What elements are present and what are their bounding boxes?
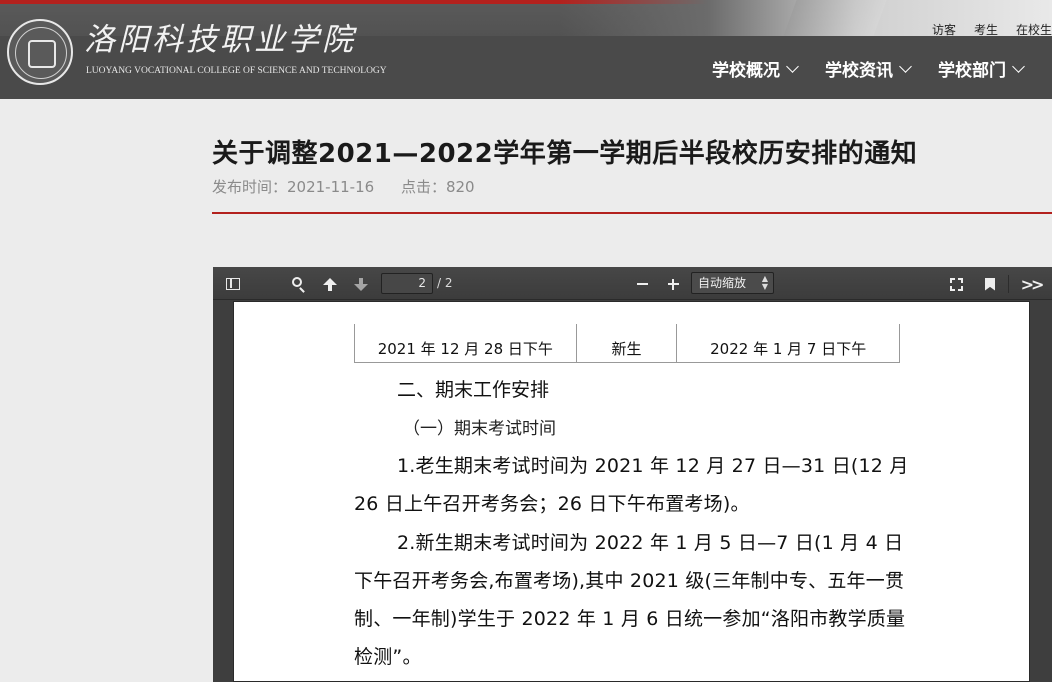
doc-subsection-heading: （一）期末考试时间	[403, 419, 556, 439]
school-name-logo[interactable]: 洛阳科技职业学院	[84, 22, 356, 58]
zoom-in-icon[interactable]	[663, 274, 683, 294]
chevron-down-icon	[786, 59, 799, 73]
nav-item-overview[interactable]: 学校概况	[712, 56, 799, 81]
school-name-english: LUOYANG VOCATIONAL COLLEGE OF SCIENCE AN…	[86, 66, 387, 76]
doc-section-heading: 二、期末工作安排	[397, 379, 550, 401]
school-emblem-logo[interactable]	[7, 19, 73, 85]
page-total: / 2	[437, 276, 453, 290]
search-icon[interactable]	[286, 274, 306, 294]
nav-item-departments[interactable]: 学校部门	[938, 56, 1025, 81]
nav-item-label: 学校概况	[712, 61, 780, 81]
doc-paragraph: 2.新生期末考试时间为 2022 年 1 月 5 日—7 日(1 月 4 日下午…	[354, 532, 906, 668]
schedule-table-row: 2021 年 12 月 28 日下午 新生 2022 年 1 月 7 日下午	[354, 324, 900, 363]
select-caret-icon: ▲ ▼	[761, 274, 768, 291]
zoom-out-icon[interactable]	[632, 274, 652, 294]
fullscreen-icon[interactable]	[946, 274, 966, 294]
table-cell: 2022 年 1 月 7 日下午	[710, 340, 867, 358]
article-meta: 发布时间：2021-11-16 点击：820	[212, 176, 475, 197]
doc-paragraph: 1.老生期末考试时间为 2021 年 12 月 27 日—31 日(12 月 2…	[354, 455, 909, 515]
tools-icon[interactable]: >>	[1021, 274, 1045, 294]
sidebar-toggle-icon[interactable]	[223, 274, 243, 294]
publish-time: 发布时间：2021-11-16	[212, 178, 375, 196]
main-nav: 学校概况 学校资讯 学校部门	[712, 56, 1051, 81]
nav-item-label: 学校资讯	[825, 61, 893, 81]
pdf-page: 2021 年 12 月 28 日下午 新生 2022 年 1 月 7 日下午 二…	[233, 301, 1030, 682]
title-divider	[212, 212, 1052, 214]
bookmark-icon[interactable]	[980, 274, 1000, 294]
previous-page-icon[interactable]	[320, 274, 340, 294]
site-header: 洛阳科技职业学院 LUOYANG VOCATIONAL COLLEGE OF S…	[0, 0, 1052, 99]
table-cell: 新生	[577, 324, 678, 363]
zoom-select[interactable]: 自动缩放 ▲ ▼	[691, 272, 774, 294]
click-count: 点击：820	[400, 178, 475, 196]
top-link-visitor[interactable]: 访客	[932, 21, 956, 38]
article-title: 关于调整2021—2022学年第一学期后半段校历安排的通知	[212, 139, 918, 169]
nav-item-label: 学校部门	[938, 61, 1006, 81]
zoom-select-value: 自动缩放	[698, 276, 747, 290]
chevron-down-icon	[899, 59, 912, 73]
pdf-viewer: 2 / 2 自动缩放 ▲ ▼ >> 2021 年 12 月 28 日下午 新生 2…	[213, 267, 1052, 682]
top-links: 访客 考生 在校生	[932, 21, 1052, 38]
top-link-student[interactable]: 在校生	[1016, 21, 1052, 38]
next-page-icon[interactable]	[351, 274, 371, 294]
table-cell: 2021 年 12 月 28 日下午	[355, 324, 577, 363]
top-link-applicant[interactable]: 考生	[974, 21, 998, 38]
pdf-toolbar: 2 / 2 自动缩放 ▲ ▼ >>	[213, 267, 1052, 300]
toolbar-divider	[1008, 275, 1009, 293]
nav-item-news[interactable]: 学校资讯	[825, 56, 912, 81]
page-number-input[interactable]: 2	[381, 273, 433, 294]
chevron-down-icon	[1012, 59, 1025, 73]
